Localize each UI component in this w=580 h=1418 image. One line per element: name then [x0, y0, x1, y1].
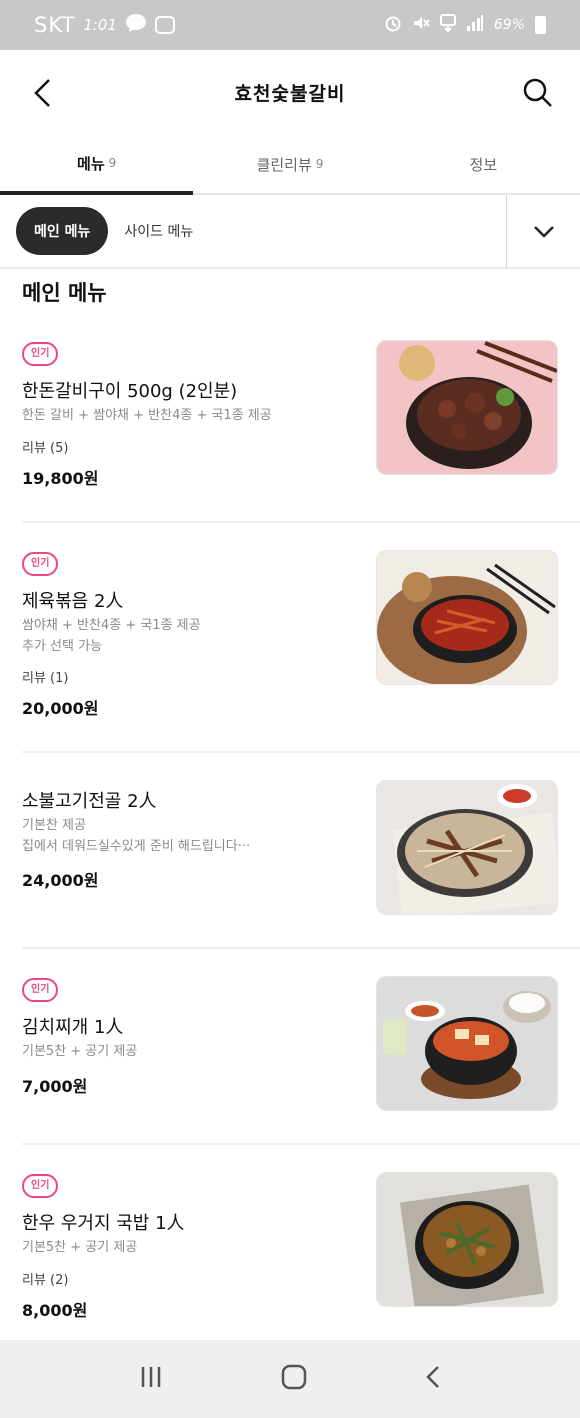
popular-badge: 인기 [22, 342, 59, 366]
item-name: 소불고기전골 2人 [22, 791, 157, 812]
item-price: 19,800원 [22, 469, 99, 488]
chevron-down-icon [533, 226, 554, 238]
popular-badge-wrap: 인기 [22, 977, 59, 1002]
category-chip-main[interactable]: 메인 메뉴 [16, 207, 109, 255]
search-icon [523, 78, 552, 107]
tab-info-label: 정보 [469, 155, 498, 174]
item-photo [376, 780, 558, 915]
tab-menu-label: 메뉴 [77, 154, 105, 173]
search-button[interactable] [518, 73, 558, 113]
popular-badge: 인기 [22, 552, 59, 576]
item-name: 제육볶음 2人 [22, 591, 124, 612]
section-title: 메인 메뉴 [22, 281, 107, 305]
gallery-notification-icon [155, 16, 175, 34]
battery-icon [535, 16, 546, 34]
item-desc: 기본5찬 + 공기 제공 [22, 1044, 138, 1059]
tab-menu[interactable]: 메뉴 9 [0, 135, 194, 195]
popular-badge-wrap: 인기 [22, 341, 59, 366]
item-photo [376, 340, 558, 475]
tab-menu-count: 9 [108, 156, 117, 170]
item-desc: 기본5찬 + 공기 제공 [22, 1240, 138, 1255]
status-left: SKT 1:01 [34, 13, 175, 38]
carrier-label: SKT [34, 13, 76, 37]
item-review-count: 리뷰 (5) [22, 441, 69, 456]
tab-clean-review-label: 클린리뷰 [256, 155, 312, 174]
home-icon [281, 1364, 307, 1390]
recent-apps-button[interactable] [139, 1366, 163, 1392]
item-desc: 쌈야채 + 반찬4종 + 국1종 제공 [22, 618, 201, 633]
item-photo [376, 976, 558, 1111]
item-name: 한돈갈비구이 500g (2인분) [22, 381, 238, 402]
system-navigation-bar [0, 1340, 580, 1418]
item-desc: 한돈 갈비 + 쌈야채 + 반찬4종 + 국1종 제공 [22, 408, 272, 423]
menu-item[interactable]: 인기 한돈갈비구이 500g (2인분) 한돈 갈비 + 쌈야채 + 반찬4종 … [22, 323, 580, 523]
tab-bar: 메뉴 9 클린리뷰 9 정보 [0, 135, 580, 195]
back-button[interactable] [22, 73, 62, 113]
page-title: 효천숯불갈비 [234, 83, 346, 105]
popular-badge: 인기 [22, 1174, 59, 1198]
item-review-count: 리뷰 (1) [22, 671, 69, 686]
popular-badge-wrap: 인기 [22, 1173, 59, 1198]
item-desc-extra: 집에서 데워드실수있게 준비 해드립니다··· [22, 839, 251, 854]
status-bar: SKT 1:01 69% [0, 0, 580, 50]
battery-label: 69% [493, 17, 525, 33]
clock-label: 1:01 [83, 16, 117, 34]
system-back-button[interactable] [425, 1365, 441, 1393]
chevron-left-icon [426, 1366, 439, 1388]
category-chip-side[interactable]: 사이드 메뉴 [124, 221, 193, 241]
popular-badge-wrap: 인기 [22, 551, 59, 576]
app-bar: 효천숯불갈비 [0, 50, 580, 135]
popular-badge: 인기 [22, 978, 59, 1002]
status-right: 69% [384, 14, 546, 36]
recent-apps-icon [141, 1367, 161, 1387]
mute-icon [412, 14, 430, 36]
item-name: 김치찌개 1人 [22, 1017, 124, 1038]
menu-item[interactable]: 인기 한우 우거지 국밥 1人 기본5찬 + 공기 제공 리뷰 (2) 8,00… [22, 1145, 580, 1351]
5g-icon [439, 14, 456, 36]
home-button[interactable] [281, 1364, 307, 1394]
item-desc: 기본찬 제공 [22, 818, 86, 833]
item-review-count: 리뷰 (2) [22, 1273, 69, 1288]
chat-notification-icon [125, 13, 147, 38]
chevron-left-icon [34, 78, 50, 107]
category-bar: 메인 메뉴 사이드 메뉴 [0, 195, 580, 269]
tab-info[interactable]: 정보 [387, 135, 580, 193]
item-desc-extra: 추가 선택 가능 [22, 639, 103, 654]
item-name: 한우 우거지 국밥 1人 [22, 1213, 185, 1234]
signal-icon [466, 15, 484, 35]
menu-item[interactable]: 인기 김치찌개 1人 기본5찬 + 공기 제공 7,000원 [22, 949, 580, 1145]
item-price: 24,000원 [22, 871, 99, 890]
item-price: 8,000원 [22, 1301, 88, 1320]
item-photo [376, 550, 558, 685]
tab-clean-review-count: 9 [315, 157, 324, 171]
menu-item[interactable]: 소불고기전골 2人 기본찬 제공 집에서 데워드실수있게 준비 해드립니다···… [22, 753, 580, 949]
item-photo [376, 1172, 558, 1307]
item-price: 7,000원 [22, 1077, 88, 1096]
tab-clean-review[interactable]: 클린리뷰 9 [193, 135, 386, 193]
alarm-icon [384, 14, 402, 36]
category-expand-button[interactable] [506, 195, 580, 269]
item-price: 20,000원 [22, 699, 99, 718]
menu-item[interactable]: 인기 제육볶음 2人 쌈야채 + 반찬4종 + 국1종 제공 추가 선택 가능 … [22, 523, 580, 753]
